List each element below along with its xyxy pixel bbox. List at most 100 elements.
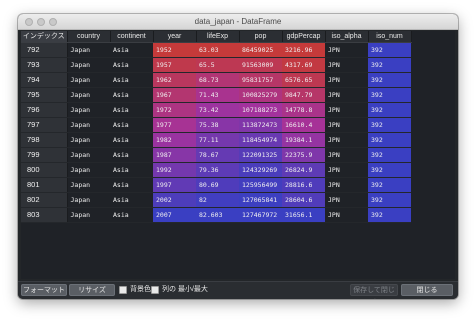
row-index-cell[interactable]: 794 bbox=[21, 72, 68, 88]
cell-country[interactable]: Japan bbox=[67, 132, 110, 148]
cell-continent[interactable]: Asia bbox=[110, 132, 153, 148]
cell-continent[interactable]: Asia bbox=[110, 147, 153, 163]
cell-lifeexp[interactable]: 77.11 bbox=[196, 132, 239, 148]
cell-iso-alpha[interactable]: JPN bbox=[325, 102, 368, 118]
cell-iso-num[interactable]: 392 bbox=[368, 42, 411, 58]
cell-country[interactable]: Japan bbox=[67, 177, 110, 193]
cell-country[interactable]: Japan bbox=[67, 87, 110, 103]
cell-continent[interactable]: Asia bbox=[110, 87, 153, 103]
cell-country[interactable]: Japan bbox=[67, 117, 110, 133]
cell-iso-alpha[interactable]: JPN bbox=[325, 72, 368, 88]
cell-pop[interactable]: 100825279 bbox=[239, 87, 282, 103]
row-index-cell[interactable]: 793 bbox=[21, 57, 68, 73]
column-header-iso-num[interactable]: iso_num bbox=[368, 31, 412, 43]
table-row[interactable]: 792 Japan Asia 1952 63.03 86459025 3216.96 JPN 3… bbox=[21, 42, 411, 58]
column-header-continent[interactable]: continent bbox=[110, 31, 154, 43]
cell-pop[interactable]: 107188273 bbox=[239, 102, 282, 118]
cell-iso-num[interactable]: 392 bbox=[368, 132, 411, 148]
cell-iso-num[interactable]: 392 bbox=[368, 192, 411, 208]
row-index-cell[interactable]: 802 bbox=[21, 192, 68, 208]
resize-button[interactable]: リサイズ bbox=[69, 284, 115, 296]
cell-pop[interactable]: 125956499 bbox=[239, 177, 282, 193]
column-header-pop[interactable]: pop bbox=[239, 31, 283, 43]
cell-iso-alpha[interactable]: JPN bbox=[325, 147, 368, 163]
cell-pop[interactable]: 95831757 bbox=[239, 72, 282, 88]
row-index-cell[interactable]: 801 bbox=[21, 177, 68, 193]
cell-year[interactable]: 2002 bbox=[153, 192, 196, 208]
cell-iso-num[interactable]: 392 bbox=[368, 102, 411, 118]
row-index-cell[interactable]: 797 bbox=[21, 117, 68, 133]
cell-iso-alpha[interactable]: JPN bbox=[325, 162, 368, 178]
table-row[interactable]: 793 Japan Asia 1957 65.5 91563009 4317.69 JPN 39… bbox=[21, 57, 411, 73]
cell-year[interactable]: 1962 bbox=[153, 72, 196, 88]
cell-country[interactable]: Japan bbox=[67, 192, 110, 208]
cell-country[interactable]: Japan bbox=[67, 102, 110, 118]
background-color-checkbox[interactable] bbox=[119, 286, 127, 294]
cell-year[interactable]: 1987 bbox=[153, 147, 196, 163]
row-index-cell[interactable]: 795 bbox=[21, 87, 68, 103]
row-index-cell[interactable]: 796 bbox=[21, 102, 68, 118]
cell-gdppercap[interactable]: 16610.4 bbox=[282, 117, 325, 133]
cell-pop[interactable]: 91563009 bbox=[239, 57, 282, 73]
cell-iso-num[interactable]: 392 bbox=[368, 117, 411, 133]
cell-iso-num[interactable]: 392 bbox=[368, 162, 411, 178]
cell-iso-alpha[interactable]: JPN bbox=[325, 57, 368, 73]
cell-lifeexp[interactable]: 78.67 bbox=[196, 147, 239, 163]
table-row[interactable]: 797 Japan Asia 1977 75.38 113872473 16610.4 JPN… bbox=[21, 117, 411, 133]
cell-lifeexp[interactable]: 80.69 bbox=[196, 177, 239, 193]
cell-gdppercap[interactable]: 14778.8 bbox=[282, 102, 325, 118]
row-index-cell[interactable]: 792 bbox=[21, 42, 68, 58]
cell-iso-alpha[interactable]: JPN bbox=[325, 132, 368, 148]
cell-gdppercap[interactable]: 31656.1 bbox=[282, 207, 325, 223]
table-row[interactable]: 803 Japan Asia 2007 82.603 127467972 31656.1 JP… bbox=[21, 207, 411, 223]
row-index-cell[interactable]: 799 bbox=[21, 147, 68, 163]
cell-lifeexp[interactable]: 71.43 bbox=[196, 87, 239, 103]
cell-iso-alpha[interactable]: JPN bbox=[325, 87, 368, 103]
cell-pop[interactable]: 118454974 bbox=[239, 132, 282, 148]
cell-country[interactable]: Japan bbox=[67, 72, 110, 88]
cell-lifeexp[interactable]: 65.5 bbox=[196, 57, 239, 73]
row-index-cell[interactable]: 803 bbox=[21, 207, 68, 223]
cell-iso-alpha[interactable]: JPN bbox=[325, 117, 368, 133]
cell-continent[interactable]: Asia bbox=[110, 117, 153, 133]
cell-country[interactable]: Japan bbox=[67, 162, 110, 178]
cell-gdppercap[interactable]: 9847.79 bbox=[282, 87, 325, 103]
cell-year[interactable]: 1992 bbox=[153, 162, 196, 178]
column-header-gdppercap[interactable]: gdpPercap bbox=[282, 31, 326, 43]
cell-continent[interactable]: Asia bbox=[110, 207, 153, 223]
cell-gdppercap[interactable]: 6576.65 bbox=[282, 72, 325, 88]
cell-year[interactable]: 1967 bbox=[153, 87, 196, 103]
cell-gdppercap[interactable]: 22375.9 bbox=[282, 147, 325, 163]
cell-pop[interactable]: 124329269 bbox=[239, 162, 282, 178]
column-header-lifeexp[interactable]: lifeExp bbox=[196, 31, 240, 43]
cell-country[interactable]: Japan bbox=[67, 42, 110, 58]
cell-year[interactable]: 2007 bbox=[153, 207, 196, 223]
dataframe-grid[interactable]: インデックス country continent year lifeExp po… bbox=[21, 31, 455, 294]
cell-country[interactable]: Japan bbox=[67, 147, 110, 163]
cell-lifeexp[interactable]: 68.73 bbox=[196, 72, 239, 88]
column-header-iso-alpha[interactable]: iso_alpha bbox=[325, 31, 369, 43]
row-index-cell[interactable]: 798 bbox=[21, 132, 68, 148]
cell-lifeexp[interactable]: 79.36 bbox=[196, 162, 239, 178]
table-row[interactable]: 798 Japan Asia 1982 77.11 118454974 19384.1 JPN… bbox=[21, 132, 411, 148]
cell-lifeexp[interactable]: 63.03 bbox=[196, 42, 239, 58]
cell-lifeexp[interactable]: 82.603 bbox=[196, 207, 239, 223]
cell-iso-num[interactable]: 392 bbox=[368, 207, 411, 223]
cell-continent[interactable]: Asia bbox=[110, 192, 153, 208]
cell-iso-num[interactable]: 392 bbox=[368, 72, 411, 88]
table-row[interactable]: 802 Japan Asia 2002 82 127065841 28604.6 JPN 392 bbox=[21, 192, 411, 208]
cell-gdppercap[interactable]: 4317.69 bbox=[282, 57, 325, 73]
cell-iso-num[interactable]: 392 bbox=[368, 57, 411, 73]
cell-lifeexp[interactable]: 82 bbox=[196, 192, 239, 208]
cell-iso-alpha[interactable]: JPN bbox=[325, 192, 368, 208]
cell-iso-alpha[interactable]: JPN bbox=[325, 42, 368, 58]
cell-year[interactable]: 1997 bbox=[153, 177, 196, 193]
cell-pop[interactable]: 127467972 bbox=[239, 207, 282, 223]
cell-year[interactable]: 1977 bbox=[153, 117, 196, 133]
cell-iso-alpha[interactable]: JPN bbox=[325, 207, 368, 223]
cell-gdppercap[interactable]: 28816.6 bbox=[282, 177, 325, 193]
cell-year[interactable]: 1952 bbox=[153, 42, 196, 58]
column-header-year[interactable]: year bbox=[153, 31, 197, 43]
cell-pop[interactable]: 113872473 bbox=[239, 117, 282, 133]
cell-lifeexp[interactable]: 73.42 bbox=[196, 102, 239, 118]
